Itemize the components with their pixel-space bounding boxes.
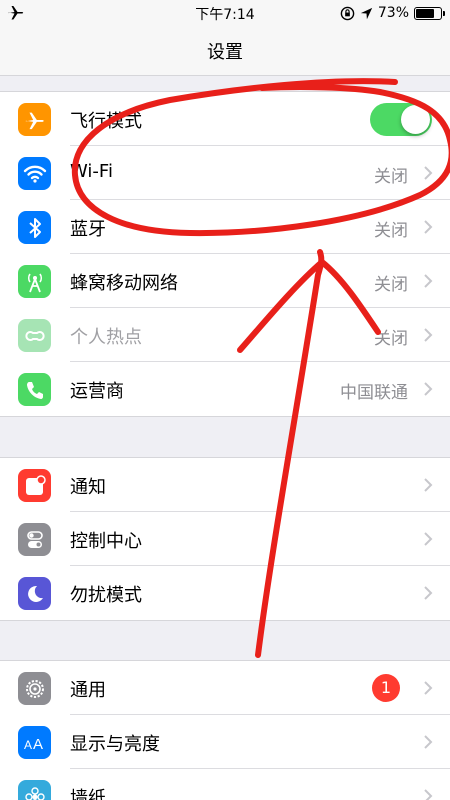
settings-row-wallpaper[interactable]: 墙纸 (0, 769, 450, 800)
hotspot-icon (18, 319, 51, 352)
chevron-right-icon (424, 586, 433, 600)
svg-text:A: A (24, 738, 32, 752)
airplane-icon (18, 103, 51, 136)
settings-row-label: Wi-Fi (70, 161, 113, 182)
chevron-right-icon (424, 681, 433, 695)
battery-fill (416, 8, 434, 18)
notification-badge: 1 (372, 674, 400, 702)
settings-row-bluetooth[interactable]: 蓝牙 关闭 (0, 200, 450, 254)
settings-row-wifi[interactable]: Wi-Fi 关闭 (0, 146, 450, 200)
settings-row-label: 通知 (70, 477, 106, 498)
settings-row-value: 关闭 (374, 221, 408, 241)
chevron-right-icon (424, 220, 433, 234)
settings-row-label: 蜂窝移动网络 (70, 273, 178, 294)
settings-row-label: 通用 (70, 680, 106, 701)
settings-row-label: 勿扰模式 (70, 585, 142, 606)
settings-row-label: 控制中心 (70, 531, 142, 552)
settings-row-value: 中国联通 (340, 383, 408, 403)
settings-row-general[interactable]: 通用 1 (0, 661, 450, 715)
bluetooth-icon (18, 211, 51, 244)
chevron-right-icon (424, 789, 433, 800)
location-arrow-icon (360, 7, 373, 19)
gear-icon (18, 672, 51, 705)
battery-percentage: 73% (377, 5, 409, 21)
display-brightness-icon: A A (18, 726, 51, 759)
settings-row-label: 运营商 (70, 381, 124, 402)
settings-row-control-center[interactable]: 控制中心 (0, 512, 450, 566)
wifi-icon (18, 157, 51, 190)
chevron-right-icon (424, 478, 433, 492)
toggle-knob (401, 105, 430, 134)
chevron-right-icon (424, 735, 433, 749)
wallpaper-icon (18, 780, 51, 800)
battery-icon (414, 6, 445, 20)
chevron-right-icon (424, 328, 433, 342)
settings-row-value: 关闭 (374, 275, 408, 295)
nav-bar: 设置 (0, 26, 450, 76)
settings-row-label: 墙纸 (70, 788, 106, 800)
cellular-icon (18, 265, 51, 298)
settings-row-value: 关闭 (374, 167, 408, 187)
chevron-right-icon (424, 166, 433, 180)
settings-row-label: 显示与亮度 (70, 734, 160, 755)
notifications-icon (18, 469, 51, 502)
control-center-icon (18, 523, 51, 556)
airplane-mode-toggle[interactable] (370, 103, 432, 136)
settings-group-general: 通用 1 A A 显示与亮度 墙纸 (0, 660, 450, 800)
settings-group-connectivity: 飞行模式 Wi-Fi 关闭 蓝牙 关闭 蜂窝移动网络 关闭 个人热点 关闭 运营… (0, 91, 450, 417)
settings-row-do-not-disturb[interactable]: 勿扰模式 (0, 566, 450, 620)
rotation-lock-icon (340, 6, 355, 20)
svg-text:A: A (33, 736, 43, 753)
moon-icon (18, 577, 51, 610)
settings-row-cellular[interactable]: 蜂窝移动网络 关闭 (0, 254, 450, 308)
settings-group-notifications: 通知 控制中心 勿扰模式 (0, 457, 450, 621)
chevron-right-icon (424, 274, 433, 288)
settings-row-airplane[interactable]: 飞行模式 (0, 92, 450, 146)
settings-row-display[interactable]: A A 显示与亮度 (0, 715, 450, 769)
settings-row-notifications[interactable]: 通知 (0, 458, 450, 512)
phone-icon (18, 373, 51, 406)
page-title: 设置 (207, 42, 243, 63)
status-right: 73% (340, 3, 445, 23)
settings-row-hotspot[interactable]: 个人热点 关闭 (0, 308, 450, 362)
chevron-right-icon (424, 382, 433, 396)
settings-row-label: 蓝牙 (70, 219, 106, 240)
settings-row-carrier[interactable]: 运营商 中国联通 (0, 362, 450, 416)
settings-row-label: 飞行模式 (70, 111, 142, 132)
chevron-right-icon (424, 532, 433, 546)
status-bar: 下午7:14 73% (0, 0, 450, 26)
settings-row-value: 关闭 (374, 329, 408, 349)
settings-row-label: 个人热点 (70, 327, 142, 348)
